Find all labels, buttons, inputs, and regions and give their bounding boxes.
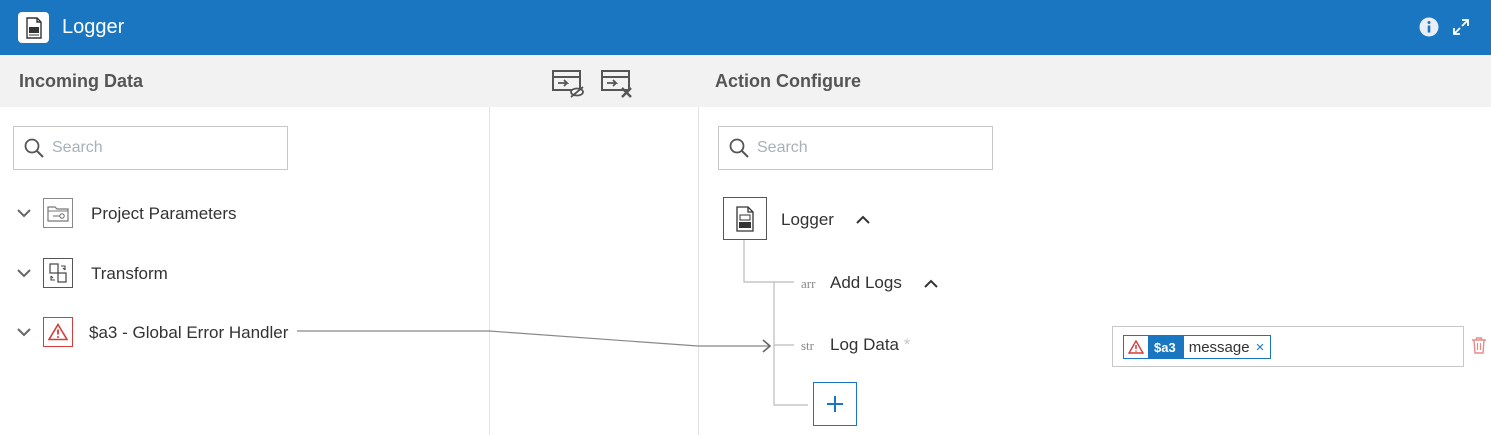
warning-icon [1124,336,1148,358]
panel-divider [489,107,490,435]
tree-item-global-error-handler[interactable]: $a3 - Global Error Handler [0,314,480,354]
chip-remove-button[interactable]: × [1254,336,1271,358]
folder-key-icon [43,198,73,228]
action-search-box [718,126,993,170]
trash-icon[interactable] [1471,336,1487,354]
search-icon [729,138,749,158]
panel-divider [698,107,699,435]
log-file-icon [723,197,767,240]
action-configure-title: Action Configure [715,71,861,91]
transform-icon [43,258,73,288]
search-icon [24,138,44,158]
tree-item-transform[interactable]: Transform [0,255,480,295]
chevron-down-icon[interactable] [16,326,32,338]
log-file-icon [18,12,49,43]
add-logs-label[interactable]: Add Logs [830,273,902,293]
info-icon[interactable] [1419,17,1439,37]
chevron-up-icon[interactable] [855,214,871,224]
type-tag-array: arr [801,276,816,291]
chip-source-variable: $a3 [1148,336,1184,358]
incoming-data-title: Incoming Data [19,71,144,91]
log-data-text: Log Data [830,335,899,354]
chevron-up-icon[interactable] [923,278,939,288]
required-marker: * [903,335,911,354]
plus-icon [827,396,843,412]
mapping-remove-icon[interactable] [600,68,634,98]
tree-item-project-parameters[interactable]: Project Parameters [0,195,480,235]
chip-field-name: message [1188,338,1250,356]
logger-node-label[interactable]: Logger [781,210,834,230]
action-search-input[interactable] [757,137,977,159]
expand-icon[interactable] [1452,18,1470,36]
log-data-label: Log Data * [830,335,910,355]
mapping-hide-icon[interactable] [551,68,585,98]
add-log-button[interactable] [813,382,857,426]
mapping-chip[interactable]: $a3 message × [1123,335,1272,359]
incoming-search-box [13,126,288,170]
tree-item-label: Transform [91,264,168,283]
incoming-search-input[interactable] [52,137,272,159]
tree-item-label: Project Parameters [91,204,237,223]
chevron-down-icon[interactable] [16,267,32,279]
title-bar: Logger [0,0,1491,55]
chevron-down-icon[interactable] [16,207,32,219]
log-data-value-field[interactable]: $a3 message × [1112,326,1464,367]
type-tag-string: str [801,338,814,353]
warning-icon [43,317,73,347]
tree-item-label: $a3 - Global Error Handler [89,323,289,342]
panel-header-bar: Incoming Data Action Configure [0,55,1491,107]
app-title: Logger [62,16,125,38]
